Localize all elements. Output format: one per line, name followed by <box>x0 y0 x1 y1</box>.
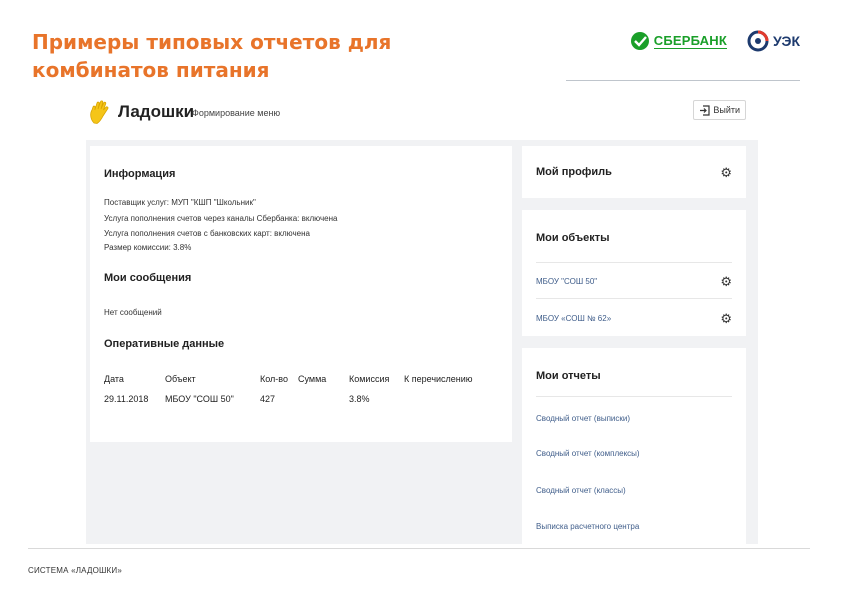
cell-date: 29.11.2018 <box>104 394 149 404</box>
logout-label: Выйти <box>713 105 740 115</box>
logout-button[interactable]: Выйти <box>693 100 746 120</box>
info-title: Информация <box>104 168 176 180</box>
header-divider <box>566 80 800 81</box>
column-header-object: Объект <box>165 374 196 384</box>
object-1-gear-icon[interactable]: ⚙ <box>720 275 732 288</box>
info-card-service: Услуга пополнения счетов с банковских ка… <box>104 229 310 238</box>
cell-count: 427 <box>260 394 276 404</box>
reports-divider <box>536 396 732 397</box>
messages-title: Мои сообщения <box>104 272 192 284</box>
operational-title: Оперативные данные <box>104 338 225 350</box>
profile-settings-gear-icon[interactable]: ⚙ <box>720 166 732 179</box>
profile-card: Мой профиль ⚙ <box>522 146 746 198</box>
object-link-2[interactable]: МБОУ «СОШ № 62» <box>536 314 611 323</box>
info-card: Информация Поставщик услуг: МУП "КШП "Шк… <box>90 146 512 442</box>
info-commission: Размер комиссии: 3.8% <box>104 243 192 252</box>
objects-divider <box>536 262 732 263</box>
column-header-payout: К перечислению <box>404 374 473 384</box>
app-topbar: Ладошки Формирование меню Выйти <box>86 96 758 130</box>
sberbank-logo: СБЕРБАНК <box>630 31 727 51</box>
report-link-statements[interactable]: Сводный отчет (выписки) <box>536 414 630 423</box>
menu-link[interactable]: Формирование меню <box>192 108 280 118</box>
object-2-gear-icon[interactable]: ⚙ <box>720 312 732 325</box>
slide-title-line-2: комбинатов питания <box>32 58 270 82</box>
column-header-date: Дата <box>104 374 124 384</box>
object-link-1[interactable]: МБОУ "СОШ 50" <box>536 277 597 286</box>
cell-commission: 3.8% <box>349 394 370 404</box>
report-link-settlement-center[interactable]: Выписка расчетного центра <box>536 522 639 531</box>
reports-title: Мои отчеты <box>536 370 601 382</box>
app-window: Ладошки Формирование меню Выйти Информац… <box>86 96 758 544</box>
cell-object: МБОУ "СОШ 50" <box>165 394 234 404</box>
palm-hand-icon <box>90 100 109 124</box>
profile-title[interactable]: Мой профиль <box>536 166 612 178</box>
slide-title-line-1: Примеры типовых отчетов для <box>32 30 392 54</box>
sberbank-logo-icon <box>630 32 649 50</box>
footer-caption: СИСТЕМА «ЛАДОШКИ» <box>28 566 123 575</box>
column-header-count: Кол-во <box>260 374 288 384</box>
workspace: Информация Поставщик услуг: МУП "КШП "Шк… <box>86 140 758 544</box>
uek-logo-text: УЭК <box>772 33 800 49</box>
footer-divider <box>28 548 810 549</box>
info-provider: Поставщик услуг: МУП "КШП "Школьник" <box>104 198 256 207</box>
uek-logo-icon <box>747 30 769 52</box>
objects-divider <box>536 298 732 299</box>
logout-icon <box>700 104 710 116</box>
objects-card: Мои объекты МБОУ "СОШ 50" ⚙ МБОУ «СОШ № … <box>522 210 746 336</box>
partner-logos: СБЕРБАНК УЭК <box>630 30 800 52</box>
column-header-commission: Комиссия <box>349 374 390 384</box>
slide-title: Примеры типовых отчетов для комбинатов п… <box>32 28 552 84</box>
column-header-sum: Сумма <box>298 374 327 384</box>
messages-empty: Нет сообщений <box>104 308 162 317</box>
report-link-classes[interactable]: Сводный отчет (классы) <box>536 486 626 495</box>
brand[interactable]: Ладошки <box>88 99 194 125</box>
sberbank-logo-text: СБЕРБАНК <box>653 33 727 49</box>
report-link-complexes[interactable]: Сводный отчет (комплексы) <box>536 449 640 458</box>
uek-logo: УЭК <box>747 30 800 52</box>
objects-title: Мои объекты <box>536 232 610 244</box>
brand-name: Ладошки <box>118 102 195 121</box>
reports-card: Мои отчеты Сводный отчет (выписки) Сводн… <box>522 348 746 544</box>
info-sber-service: Услуга пополнения счетов через каналы Сб… <box>104 214 338 223</box>
